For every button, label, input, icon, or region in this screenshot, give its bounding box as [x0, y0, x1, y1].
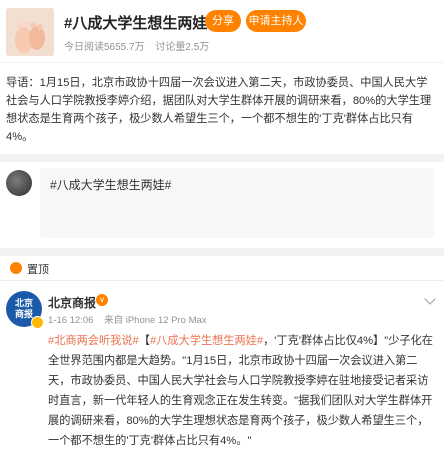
compose-area: #八成大学生想生两娃#	[0, 154, 444, 248]
author-name[interactable]: 北京商报	[48, 294, 96, 311]
pinned-label: 置顶	[27, 264, 49, 276]
post-meta: 1-16 12:06 来自 iPhone 12 Pro Max	[48, 312, 207, 326]
read-count: 今日阅读5655.7万	[64, 42, 145, 53]
topic-header: #八成大学生想生两娃# 分享 申请主持人 今日阅读5655.7万 讨论量2.5万	[0, 0, 444, 62]
bracket-open: 【	[138, 335, 150, 347]
share-button[interactable]: 分享	[205, 10, 241, 32]
hashtag-link[interactable]: #北商两会听我说#	[48, 335, 139, 347]
topic-title: #八成大学生想生两娃#	[64, 15, 216, 32]
verified-icon	[31, 316, 44, 329]
logo-text-line1: 北京	[14, 298, 33, 308]
chevron-down-icon[interactable]	[424, 293, 436, 305]
topic-thumbnail	[6, 8, 54, 56]
discussion-count: 讨论量2.5万	[155, 42, 210, 53]
feed-post: 北京 商报 北京商报 v 1-16 12:06 来自 iPhone 12 Pro…	[0, 280, 444, 471]
hashtag-link[interactable]: #八成大学生想生两娃#	[150, 335, 263, 347]
vip-badge-icon: v	[96, 294, 108, 306]
post-time: 1-16 12:06	[48, 315, 94, 326]
post-device: 来自 iPhone 12 Pro Max	[104, 315, 207, 326]
compose-text: #八成大学生想生两娃#	[50, 178, 172, 192]
compose-input[interactable]: #八成大学生想生两娃#	[40, 168, 434, 238]
topic-intro: 导语：1月15日，北京市政协十四届一次会议进入第二天，市政协委员、中国人民大学社…	[0, 62, 444, 154]
pin-icon	[10, 262, 22, 274]
post-text: ，'丁克'群体占比仅4%】"少子化在全世界范围内都是大趋势。"1月15日，北京市…	[48, 335, 433, 447]
user-avatar[interactable]	[6, 170, 32, 196]
pinned-tab-bar: 置顶	[0, 256, 444, 280]
apply-host-button[interactable]: 申请主持人	[246, 10, 306, 32]
topic-stats: 今日阅读5655.7万 讨论量2.5万	[64, 38, 209, 53]
post-body: #北商两会听我说#【#八成大学生想生两娃#，'丁克'群体占比仅4%】"少子化在全…	[48, 331, 437, 451]
